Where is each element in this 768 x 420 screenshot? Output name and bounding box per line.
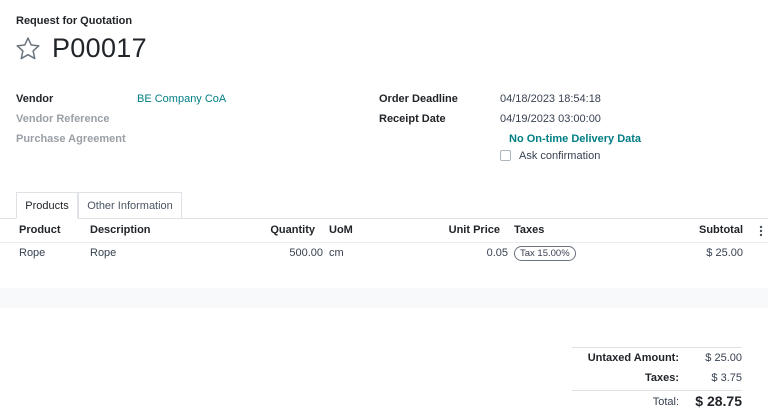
column-header-taxes[interactable]: Taxes [514,224,544,236]
cell-subtotal: $ 25.00 [706,247,743,259]
tab-other-information[interactable]: Other Information [78,192,182,218]
vendor-reference-input[interactable] [137,110,337,126]
column-header-description[interactable]: Description [90,224,151,236]
page-title: P00017 [52,33,147,63]
ask-confirmation-checkbox[interactable] [500,150,511,161]
order-deadline-field[interactable]: 04/18/2023 18:54:18 [500,93,601,105]
total-label: Total: [652,396,679,408]
cell-description[interactable]: Rope [90,247,116,259]
totals-top-divider [572,347,742,348]
untaxed-amount-label: Untaxed Amount: [587,352,679,364]
totals-bottom-divider [572,390,742,391]
star-icon[interactable] [14,35,42,63]
vendor-label: Vendor [16,93,54,105]
table-row[interactable]: Rope Rope 500.00 cm 0.05 Tax 15.00% $ 25… [0,243,768,265]
cell-quantity[interactable]: 500.00 [250,247,323,259]
taxes-value: $ 3.75 [711,372,742,384]
column-header-quantity[interactable]: Quantity [250,224,315,236]
tax-badge[interactable]: Tax 15.00% [514,246,576,261]
cell-unit-price[interactable]: 0.05 [420,247,508,259]
column-header-subtotal[interactable]: Subtotal [670,224,743,236]
breadcrumb[interactable]: Request for Quotation [16,15,132,27]
vendor-reference-label: Vendor Reference [16,113,110,125]
column-header-unit-price[interactable]: Unit Price [420,224,500,236]
purchase-agreement-input[interactable] [137,130,337,146]
column-header-uom[interactable]: UoM [329,224,353,236]
column-header-product[interactable]: Product [19,224,61,236]
purchase-agreement-label: Purchase Agreement [16,133,126,145]
receipt-date-field[interactable]: 04/19/2023 03:00:00 [500,113,601,125]
tabs-divider [0,218,768,219]
kebab-icon[interactable] [758,224,764,238]
empty-row-stripe [0,288,768,308]
on-time-delivery-info: No On-time Delivery Data [509,133,642,145]
tab-products[interactable]: Products [16,192,78,219]
order-deadline-label: Order Deadline [379,93,458,105]
cell-uom[interactable]: cm [329,247,344,259]
receipt-date-label: Receipt Date [379,113,446,125]
cell-product[interactable]: Rope [19,247,45,259]
vendor-field[interactable]: BE Company CoA [137,93,226,105]
ask-confirmation-label: Ask confirmation [519,150,601,162]
total-value: $ 28.75 [695,393,742,409]
untaxed-amount-value: $ 25.00 [705,352,742,364]
taxes-label: Taxes: [644,372,679,384]
